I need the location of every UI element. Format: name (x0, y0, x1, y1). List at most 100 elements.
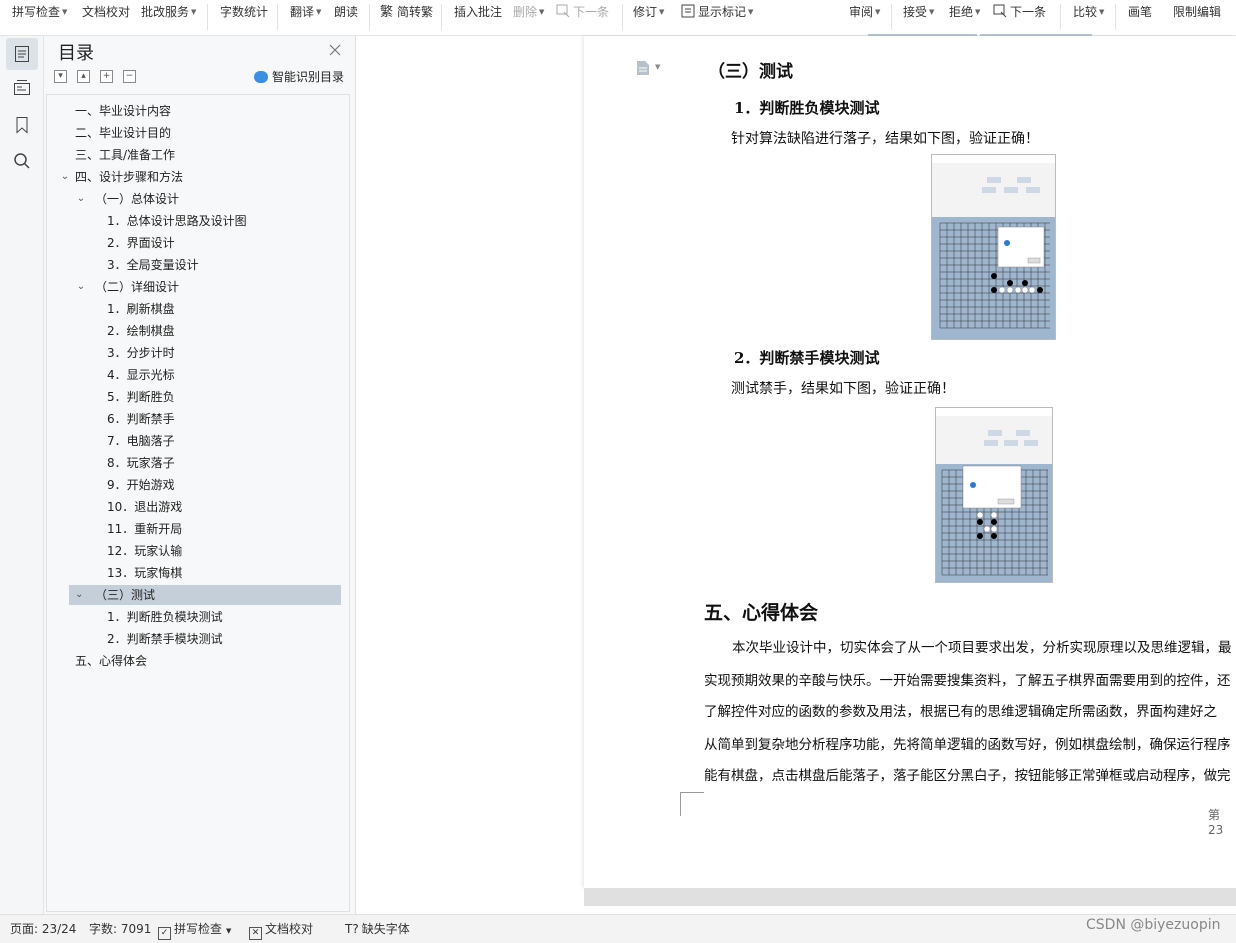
toc-item[interactable]: 2．绘制棋盘 (107, 321, 175, 341)
gomoku-win-screenshot (932, 155, 1055, 339)
insert-comment-button[interactable]: 插入批注 (454, 0, 502, 25)
toc-item[interactable]: 10．退出游戏 (107, 497, 182, 517)
toc-item[interactable]: 一、毕业设计内容 (75, 101, 171, 121)
section-heading: （三）测试 (708, 62, 793, 82)
restrict-editing-button[interactable]: 限制编辑 (1173, 0, 1221, 25)
toc-item[interactable]: 7．电脑落子 (107, 431, 175, 451)
spell-check-button[interactable]: 拼写检查 ▼ (12, 0, 67, 25)
next-page (584, 906, 1236, 914)
toolbar-divider (891, 4, 892, 30)
chevron-down-icon[interactable]: ▼ (655, 63, 660, 71)
show-markup-button[interactable]: 显示标记 ▼ (681, 0, 753, 25)
toc-item[interactable]: （一）总体设计 (95, 189, 179, 209)
reject-button[interactable]: 拒绝 ▼ (949, 0, 980, 25)
section-pane-button[interactable] (6, 72, 38, 104)
review-service-button[interactable]: 批改服务 ▼ (141, 0, 196, 25)
remove-heading-icon[interactable]: − (123, 70, 136, 83)
toolbar-divider (441, 4, 442, 30)
watermark: CSDN @biyezuopin (1086, 917, 1221, 933)
move-up-icon[interactable]: ▴ (77, 70, 90, 83)
body-text-line: 了解控件对应的函数的参数及用法，根据已有的思维逻辑确定所需函数，界面构建好之 (704, 704, 1217, 720)
body-text-line: 实现预期效果的辛酸与快乐。一开始需要搜集资料，了解五子棋界面需要用到的控件，还 (704, 673, 1231, 689)
collapse-all-icon[interactable]: ▾ (54, 70, 67, 83)
toolbar: 拼写检查 ▼ 文档校对 批改服务 ▼ 字数统计 翻译 ▼ 朗读 繁简转繁 插入批注 删… (0, 0, 1236, 37)
toc-item[interactable]: 13．玩家悔棋 (107, 563, 182, 583)
chevron-down-icon[interactable]: ⌄ (75, 189, 87, 209)
convert-icon: 繁 (380, 4, 393, 18)
test-result-image-win (931, 154, 1056, 340)
add-heading-icon[interactable]: + (100, 70, 113, 83)
search-pane-button[interactable] (6, 145, 38, 177)
robot-icon (254, 70, 268, 83)
next-change-button[interactable]: 下一条 (993, 0, 1046, 25)
word-count-indicator[interactable]: 字数: 7091 (89, 915, 151, 943)
toc-item[interactable]: 2．界面设计 (107, 233, 175, 253)
toc-item-selected[interactable]: ⌄ （三）测试 (69, 585, 341, 605)
compare-button[interactable]: 比较 ▼ (1073, 0, 1104, 25)
smart-toc-label: 智能识别目录 (272, 70, 345, 84)
toc-item[interactable]: 6．判断禁手 (107, 409, 175, 429)
chapter-heading: 五、心得体会 (704, 602, 819, 624)
document-page[interactable] (584, 36, 1236, 888)
status-spell-check-button[interactable]: ✓ 拼写检查 ▼ (158, 915, 231, 943)
next-change-icon (993, 4, 1007, 18)
document-outline-icon (15, 46, 29, 62)
translate-button[interactable]: 翻译 ▼ (290, 0, 321, 25)
toc-pane-button[interactable] (6, 38, 38, 70)
toc-item[interactable]: 9．开始游戏 (107, 475, 175, 495)
toolbar-divider (369, 4, 370, 30)
toc-item[interactable]: 1．刷新棋盘 (107, 299, 175, 319)
chevron-down-icon[interactable]: ⌄ (75, 277, 87, 297)
missing-font-button[interactable]: T? 缺失字体 (345, 915, 410, 943)
toolbar-divider (1060, 4, 1061, 30)
next-comment-icon (556, 4, 570, 18)
next-comment-button[interactable]: 下一条 (556, 0, 609, 25)
toolbar-divider (1115, 4, 1116, 30)
toc-item[interactable]: 5．判断胜负 (107, 387, 175, 407)
toc-item[interactable]: 12．玩家认输 (107, 541, 182, 561)
body-text-line: 能有棋盘，点击棋盘后能落子，落子能区分黑白子，按钮能够正常弹框或启动程序，做完 (704, 768, 1231, 784)
pen-button[interactable]: 画笔 (1128, 0, 1152, 25)
chevron-down-icon[interactable]: ⌄ (75, 585, 83, 605)
read-aloud-button[interactable]: 朗读 (334, 0, 358, 25)
word-count-button[interactable]: 字数统计 (220, 0, 268, 25)
toc-item[interactable]: 3．分步计时 (107, 343, 175, 363)
toc-item[interactable]: 1．判断胜负模块测试 (107, 607, 223, 627)
toc-item[interactable]: 五、心得体会 (75, 651, 147, 671)
gomoku-forbidden-screenshot (936, 408, 1052, 582)
status-proofread-button[interactable]: ✕ 文档校对 (249, 915, 313, 943)
toc-item[interactable]: 三、工具/准备工作 (75, 145, 175, 165)
toc-item[interactable]: 11．重新开局 (107, 519, 182, 539)
body-text-line: 从简单到复杂地分析程序功能，先将简单逻辑的函数写好，例如棋盘绘制，确保运行程序 (704, 737, 1231, 753)
bookmark-pane-button[interactable] (6, 109, 38, 141)
accept-button[interactable]: 接受 ▼ (903, 0, 934, 25)
test-result-image-forbidden (935, 407, 1053, 583)
simplified-to-traditional-button[interactable]: 繁简转繁 (380, 0, 433, 25)
subsection-heading: 1．判断胜负模块测试 (734, 99, 880, 117)
toolbar-divider (207, 4, 208, 30)
nav-rail (0, 36, 44, 914)
document-margin (356, 36, 584, 914)
review-pane-button[interactable]: 审阅 ▼ (849, 0, 880, 25)
bookmark-icon (16, 117, 28, 134)
toc-item[interactable]: 二、毕业设计目的 (75, 123, 171, 143)
toc-item[interactable]: 四、设计步骤和方法 (75, 167, 183, 187)
doc-proofread-button[interactable]: 文档校对 (82, 0, 130, 25)
toc-item[interactable]: 2．判断禁手模块测试 (107, 629, 223, 649)
page-indicator[interactable]: 页面: 23/24 (10, 915, 76, 943)
toc-item[interactable]: （二）详细设计 (95, 277, 179, 297)
chapter-icon (14, 80, 30, 95)
toc-item[interactable]: 3．全局变量设计 (107, 255, 199, 275)
toolbar-divider (277, 4, 278, 30)
body-text-line: 本次毕业设计中，切实体会了从一个项目要求出发，分析实现原理以及思维逻辑，最 (732, 640, 1232, 656)
delete-comment-button[interactable]: 删除 ▼ (513, 0, 544, 25)
toc-item[interactable]: 8．玩家落子 (107, 453, 175, 473)
svg-text:繁: 繁 (380, 4, 393, 18)
track-changes-button[interactable]: 修订 ▼ (633, 0, 664, 25)
toc-item[interactable]: 1．总体设计思路及设计图 (107, 211, 247, 231)
close-icon[interactable] (328, 42, 342, 56)
toc-item[interactable]: 4．显示光标 (107, 365, 175, 385)
smart-toc-button[interactable]: 智能识别目录 (254, 68, 344, 85)
chevron-down-icon[interactable]: ⌄ (59, 167, 71, 187)
paragraph-format-icon[interactable] (636, 60, 650, 76)
